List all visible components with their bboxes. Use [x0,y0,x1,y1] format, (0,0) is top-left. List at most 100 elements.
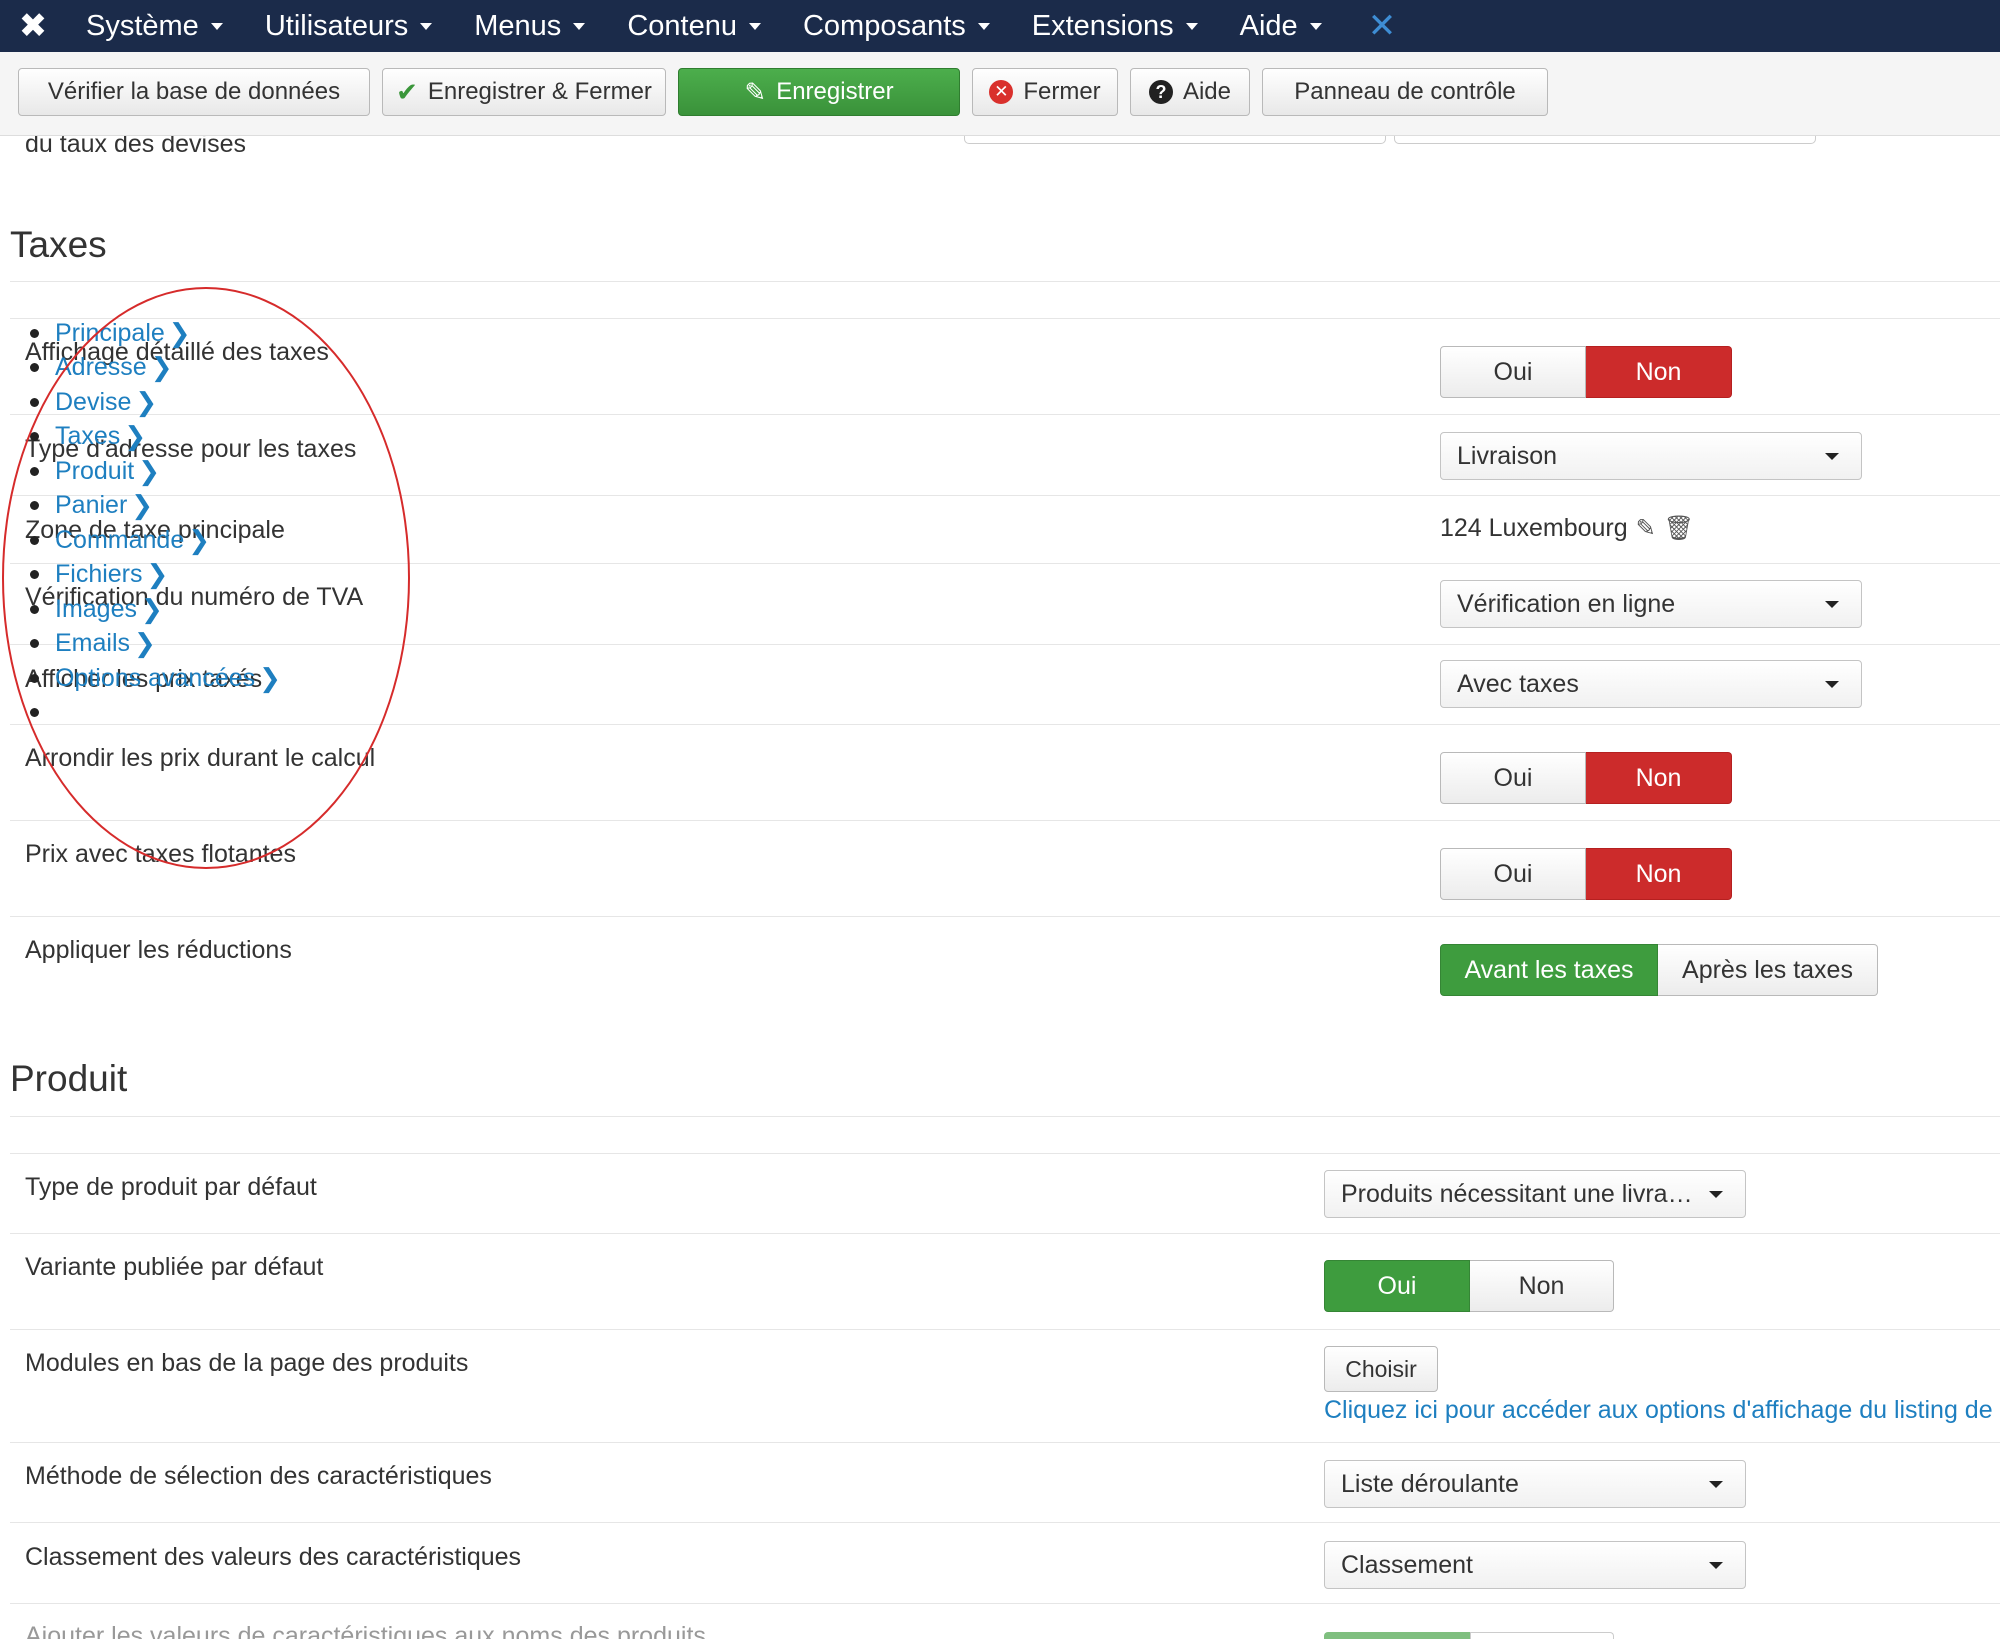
site-link-icon[interactable]: ✕ [1368,6,1397,46]
trash-icon[interactable]: 🗑 [1664,514,1694,543]
nav-item-label: Adresse [55,352,147,381]
bullet-icon [30,673,39,683]
select-value: Avec taxes [1457,669,1579,698]
divider [10,414,2000,415]
caret-down-icon [1185,22,1198,30]
menu-systeme[interactable]: Système [66,0,245,52]
divider [10,318,2000,319]
nav-item-label: Commande [55,525,185,554]
nav-item-devise[interactable]: Devise ❯ [30,387,157,417]
floating-tax-oui-button[interactable]: Oui [1440,848,1586,900]
top-navbar: ✖ Système Utilisateurs Menus Contenu Com… [0,0,2000,52]
menu-extensions[interactable]: Extensions [1012,0,1220,52]
nav-item-label: Produit [55,456,135,485]
bullet-icon [30,500,39,510]
chevron-right-icon: ❯ [150,351,173,382]
menu-contenu[interactable]: Contenu [607,0,783,52]
button-label: Panneau de contrôle [1294,78,1516,105]
floating-tax-non-button[interactable]: Non [1586,848,1732,900]
menu-utilisateurs[interactable]: Utilisateurs [245,0,454,52]
joomla-logo-icon[interactable]: ✖ [0,0,66,52]
divider [10,1329,2000,1330]
detailed-taxes-non-button[interactable]: Non [1586,346,1732,398]
nav-item-principale[interactable]: Principale ❯ [30,318,191,348]
menu-menus[interactable]: Menus [454,0,607,52]
round-prices-oui-button[interactable]: Oui [1440,752,1586,804]
feature-order-select[interactable]: Classement [1324,1541,1746,1589]
show-prices-select[interactable]: Avec taxes [1440,660,1862,708]
bullet-icon [30,362,39,372]
check-database-button[interactable]: Vérifier la base de données [18,68,370,116]
apply-discounts-toggle: Avant les taxes Après les taxes [1440,944,1878,996]
chevron-right-icon: ❯ [138,455,161,486]
floating-tax-label: Prix avec taxes flotantes [25,840,296,868]
button-label: Fermer [1023,78,1101,105]
tax-address-type-select[interactable]: Livraison [1440,432,1862,480]
detailed-taxes-oui-button[interactable]: Oui [1440,346,1586,398]
close-button[interactable]: ✕ Fermer [972,68,1118,116]
nav-item-taxes[interactable]: Taxes ❯ [30,421,146,451]
nav-item-emails[interactable]: Emails ❯ [30,628,156,658]
caret-down-icon [420,22,433,30]
choose-modules-button[interactable]: Choisir [1324,1346,1438,1392]
divider [10,1442,2000,1443]
select-value: Produits nécessitant une livra… [1341,1179,1693,1208]
feature-order-label: Classement des valeurs des caractéristiq… [25,1543,522,1571]
round-prices-toggle: Oui Non [1440,752,1732,804]
after-taxes-button[interactable]: Après les taxes [1658,944,1878,996]
listing-options-link[interactable]: Cliquez ici pour accéder aux options d'a… [1324,1396,1993,1425]
caret-down-icon [573,22,586,30]
nav-item-images[interactable]: Images ❯ [30,594,163,624]
currency-rate-select[interactable]: ocurs [1394,136,1816,144]
nav-item-commande[interactable]: Commande ❯ [30,525,210,555]
divider [10,1522,2000,1523]
nav-item-produit[interactable]: Produit ❯ [30,456,160,486]
pencil-icon[interactable]: ✎ [1636,514,1656,543]
round-prices-non-button[interactable]: Non [1586,752,1732,804]
nav-item-options-avancees[interactable]: Options avancées ❯ [30,663,281,693]
select-value: Classement [1341,1550,1473,1579]
add-feature-values-oui-button[interactable] [1324,1632,1470,1639]
help-icon: ? [1148,80,1173,104]
caret-down-icon [1825,681,1839,688]
control-panel-button[interactable]: Panneau de contrôle [1262,68,1548,116]
save-button[interactable]: ✎ Enregistrer [678,68,960,116]
nav-item-label: Devise [55,387,132,416]
divider [10,1116,2000,1117]
variant-published-oui-button[interactable]: Oui [1324,1260,1470,1312]
add-feature-values-non-button[interactable] [1470,1632,1614,1639]
vat-check-select[interactable]: Vérification en ligne [1440,580,1862,628]
save-close-button[interactable]: ✔ Enregistrer & Fermer [382,68,666,116]
taxes-section-title: Taxes [10,224,107,265]
select-value: Vérification en ligne [1457,589,1676,618]
chevron-right-icon: ❯ [140,593,163,624]
menu-label: Extensions [1031,9,1174,42]
caret-down-icon [1709,1481,1723,1488]
nav-item-label: Principale [55,318,165,347]
currency-rate-label: du taux des devises [25,136,246,158]
chevron-right-icon: ❯ [146,558,169,589]
nav-item-label: Fichiers [55,559,143,588]
feature-method-select[interactable]: Liste déroulante [1324,1460,1746,1508]
currency-rate-input[interactable] [964,136,1386,144]
caret-down-icon [1309,22,1322,30]
chevron-right-icon: ❯ [131,489,154,520]
menu-aide[interactable]: Aide [1220,0,1344,52]
default-product-type-select[interactable]: Produits nécessitant une livra… [1324,1170,1746,1218]
menu-label: Menus [474,9,562,42]
divider [10,495,2000,496]
menu-label: Aide [1239,9,1298,42]
variant-published-non-button[interactable]: Non [1470,1260,1614,1312]
nav-item-adresse[interactable]: Adresse ❯ [30,352,173,382]
menu-composants[interactable]: Composants [783,0,1012,52]
nav-item-label: Options avancées [55,663,256,692]
chevron-right-icon: ❯ [134,627,156,658]
help-button[interactable]: ? Aide [1130,68,1250,116]
before-taxes-button[interactable]: Avant les taxes [1440,944,1658,996]
nav-item-empty [30,697,55,727]
detailed-taxes-toggle: Oui Non [1440,346,1732,398]
close-icon: ✕ [989,80,1014,104]
nav-item-fichiers[interactable]: Fichiers ❯ [30,559,168,589]
nav-item-panier[interactable]: Panier ❯ [30,490,153,520]
bullet-icon [30,604,39,614]
